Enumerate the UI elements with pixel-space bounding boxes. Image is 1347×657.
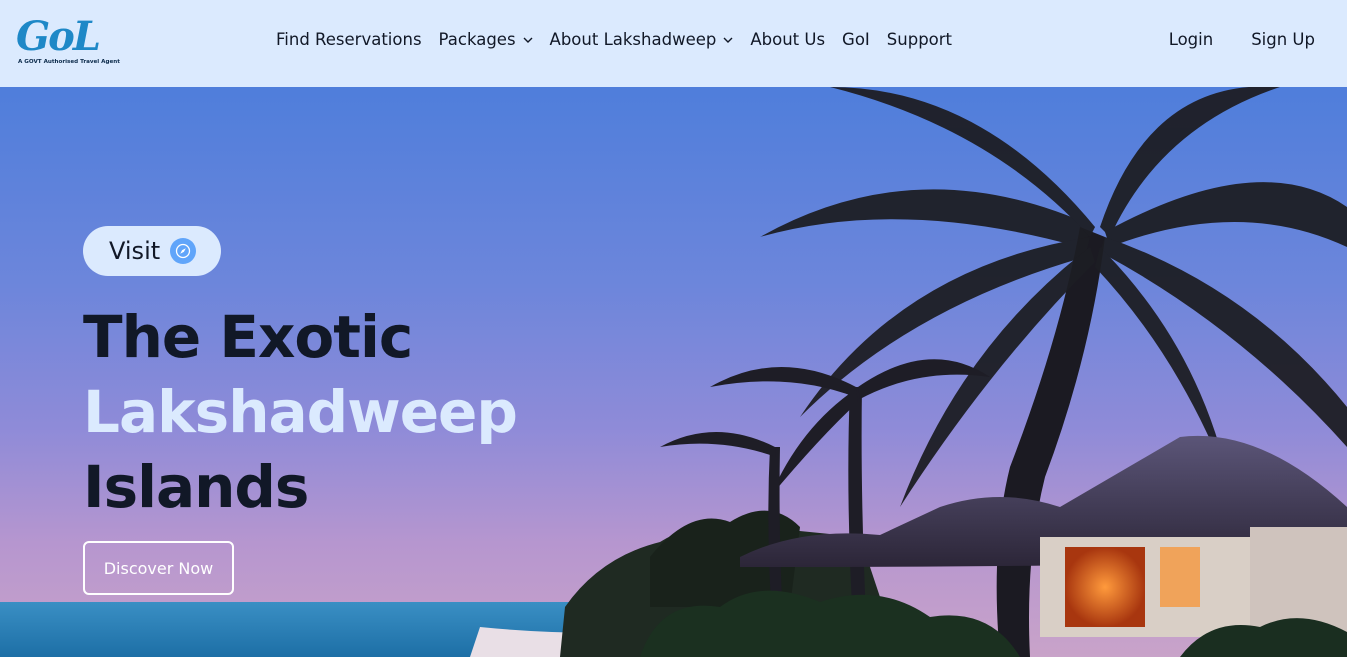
- signup-link[interactable]: Sign Up: [1251, 30, 1315, 49]
- visit-badge: Visit: [83, 226, 221, 276]
- nav-support[interactable]: Support: [887, 30, 952, 49]
- nav-about-us[interactable]: About Us: [750, 30, 825, 49]
- discover-now-button[interactable]: Discover Now: [83, 541, 234, 595]
- nav-goi[interactable]: GoI: [842, 30, 870, 49]
- logo[interactable]: GoL A GOVT Authorised Travel Agent: [16, 12, 126, 72]
- nav-label: About Lakshadweep: [549, 30, 717, 49]
- hero-headline: The Exotic Lakshadweep Islands: [83, 300, 518, 525]
- nav-label: Support: [886, 30, 953, 49]
- headline-line-2: Lakshadweep: [83, 378, 518, 446]
- nav-about-lakshadweep[interactable]: About Lakshadweep: [550, 30, 734, 49]
- logo-tagline: A GOVT Authorised Travel Agent: [18, 59, 120, 65]
- headline-line-3: Islands: [83, 453, 309, 521]
- chevron-down-icon: [723, 37, 733, 43]
- compass-icon: [170, 238, 197, 264]
- auth-links: Login Sign Up: [1169, 30, 1315, 49]
- nav-packages[interactable]: Packages: [439, 30, 533, 49]
- nav-label: GoI: [842, 30, 870, 49]
- nav-label: About Us: [750, 30, 826, 49]
- headline-line-1: The Exotic: [83, 303, 413, 371]
- nav-find-reservations[interactable]: Find Reservations: [276, 30, 422, 49]
- hero-section: Visit The Exotic Lakshadweep Islands Dis…: [0, 87, 1347, 657]
- login-link[interactable]: Login: [1169, 30, 1214, 49]
- visit-label: Visit: [109, 237, 161, 265]
- nav-label: Find Reservations: [276, 30, 422, 49]
- main-nav: Find Reservations Packages About Lakshad…: [276, 30, 969, 49]
- chevron-down-icon: [523, 37, 533, 43]
- nav-label: Packages: [438, 30, 516, 49]
- site-header: GoL A GOVT Authorised Travel Agent Find …: [0, 0, 1347, 87]
- logo-mark: GoL: [16, 13, 101, 60]
